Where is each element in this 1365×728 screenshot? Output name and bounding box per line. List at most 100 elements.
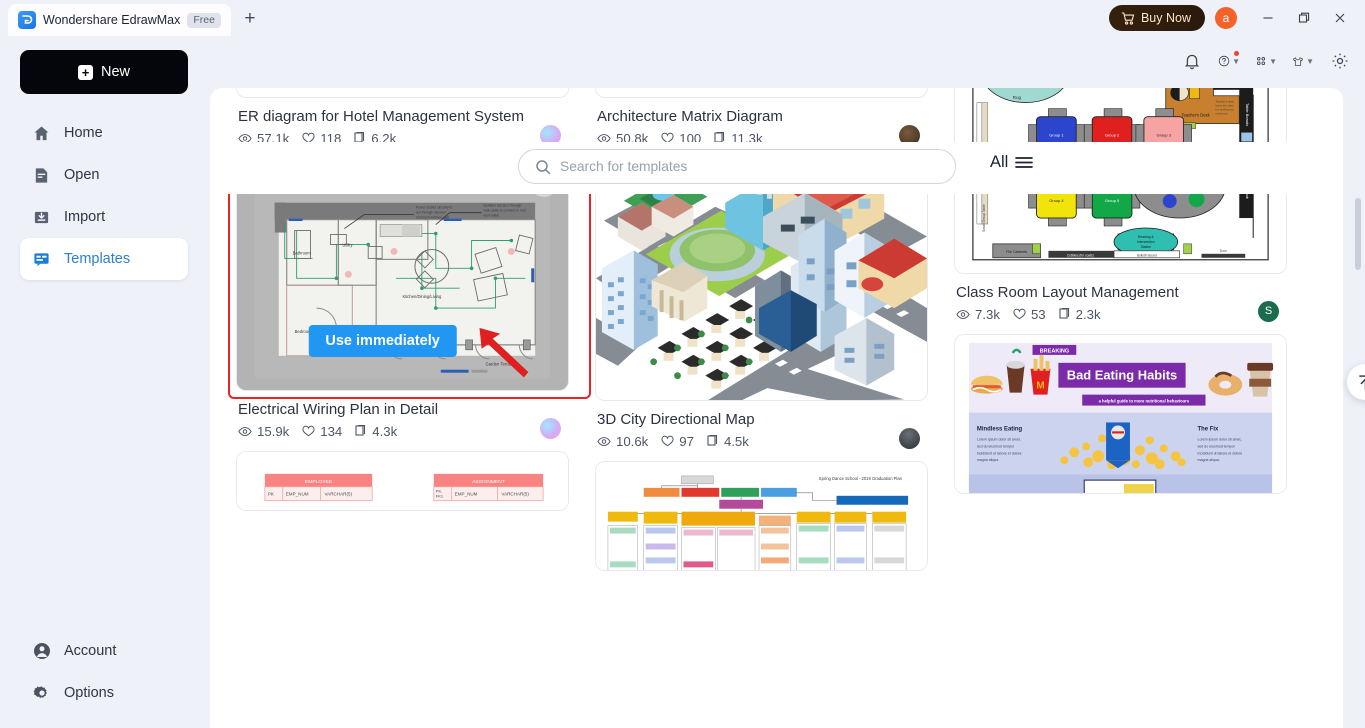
close-button[interactable] (1323, 4, 1357, 32)
templates-icon (32, 250, 51, 269)
copies-stat: 2.3k (1059, 307, 1101, 322)
svg-text:run through discreet: run through discreet (416, 211, 446, 215)
svg-text:Door: Door (1220, 249, 1227, 253)
app-tab[interactable]: Wondershare EdrawMax Free (8, 4, 231, 36)
chevron-down-icon: ▼ (1232, 56, 1240, 66)
template-card-electrical-wiring[interactable]: Power socket circuitry to run through di… (228, 149, 591, 439)
svg-text:magna aliqua.: magna aliqua. (977, 458, 999, 462)
svg-text:Group 4: Group 4 (1049, 198, 1064, 203)
template-thumbnail-er-diagram[interactable]: Booking (236, 88, 569, 98)
svg-text:EMP_NUM: EMP_NUM (455, 492, 478, 497)
likes-count: 97 (679, 433, 694, 449)
city-3d-map-art (596, 158, 927, 400)
cart-icon (1121, 11, 1135, 25)
new-tab-button[interactable]: + (235, 4, 265, 34)
vertical-scrollbar[interactable] (1355, 198, 1361, 270)
sidebar-item-templates[interactable]: Templates (20, 238, 188, 280)
sidebar-item-label-options: Options (64, 685, 114, 701)
templates-content-area: Booking ER diagram for Hotel Management … (210, 88, 1343, 728)
use-immediately-button[interactable]: Use immediately (308, 325, 457, 358)
search-box[interactable] (518, 149, 956, 184)
template-thumbnail-bad-eating-habits[interactable]: BREAKING Bad Eating Habits a helpful gui… (954, 333, 1287, 494)
author-avatar[interactable] (899, 427, 920, 449)
er-tables-art: EMPLOYEE PK EMP_NUM VARCHAR(5) ASSIGNMEN… (237, 451, 568, 510)
sidebar-item-label-import: Import (64, 209, 106, 225)
heart-outline-icon (661, 435, 674, 447)
theme-shirt-icon[interactable]: ▼ (1292, 50, 1314, 72)
views-stat: 10.6k (597, 434, 648, 449)
copy-icon (355, 425, 367, 437)
app-tab-title: Wondershare EdrawMax (43, 13, 181, 27)
author-avatar[interactable] (540, 417, 561, 439)
template-card-city-map[interactable]: 3D City Directional Map 10.6k 97 4.5k (595, 157, 928, 449)
chevron-down-icon: ▼ (1269, 56, 1277, 66)
folder-open-icon (32, 166, 51, 185)
template-thumbnail-city-map[interactable] (595, 157, 928, 401)
template-card-architecture-matrix[interactable]: Mechanical Lounge Patio Parking Service … (595, 88, 928, 146)
plus-icon: + (77, 64, 93, 80)
svg-text:Reading &: Reading & (1138, 235, 1154, 239)
svg-text:Group 3: Group 3 (1157, 132, 1172, 137)
sidebar-item-options[interactable]: Options (20, 672, 188, 714)
buy-now-label: Buy Now (1140, 11, 1191, 25)
svg-text:sed do eiusmod tempor: sed do eiusmod tempor (1198, 444, 1236, 448)
er-diagram-art: Booking (237, 88, 568, 97)
svg-text:Bulletin Board: Bulletin Board (1137, 253, 1157, 257)
apps-grid-icon[interactable]: ▼ (1255, 50, 1277, 72)
user-avatar[interactable]: a (1215, 7, 1237, 29)
eye-icon (238, 426, 252, 437)
copies-stat: 4.3k (355, 424, 397, 439)
svg-text:Power socket circuitry to: Power socket circuitry to (416, 206, 453, 210)
hamburger-icon (1015, 155, 1034, 170)
sidebar-item-account[interactable]: Account (20, 630, 188, 672)
sidebar-item-label-open: Open (64, 167, 100, 183)
svg-text:incididunt ut labore et dolore: incididunt ut labore et dolore (1198, 451, 1243, 455)
category-filter-all[interactable]: All (990, 153, 1034, 172)
help-icon[interactable]: ▼ (1218, 50, 1240, 72)
architecture-matrix-art: Mechanical Lounge Patio Parking Service … (596, 88, 927, 97)
svg-text:a helpful guide to more nutrit: a helpful guide to more nutritional beha… (1099, 398, 1190, 403)
new-document-button[interactable]: + New (20, 50, 188, 94)
copy-icon (707, 435, 719, 447)
search-bar-row: All (210, 142, 1343, 194)
template-stats: 10.6k 97 4.5k (597, 427, 926, 449)
sidebar-item-import[interactable]: Import (20, 196, 188, 238)
template-thumbnail-org-flowchart[interactable]: Spring Dance School - 2019 Graduation Pl… (595, 460, 928, 571)
template-card-er-tables[interactable]: EMPLOYEE PK EMP_NUM VARCHAR(5) ASSIGNMEN… (236, 450, 569, 511)
minimize-button[interactable] (1251, 4, 1285, 32)
template-card-bad-eating-habits[interactable]: BREAKING Bad Eating Habits a helpful gui… (954, 333, 1287, 494)
views-count: 10.6k (616, 433, 649, 449)
svg-text:Kitchen/Dining/Living: Kitchen/Dining/Living (402, 294, 442, 299)
chevron-down-icon: ▼ (1306, 56, 1314, 66)
template-thumbnail-er-tables[interactable]: EMPLOYEE PK EMP_NUM VARCHAR(5) ASSIGNMEN… (236, 450, 569, 511)
views-stat: 7.3k (956, 307, 1000, 322)
svg-text:Bathroom: Bathroom (293, 250, 312, 255)
sidebar-item-open[interactable]: Open (20, 154, 188, 196)
top-toolbar: ▼ ▼ ▼ (1181, 50, 1351, 72)
maximize-button[interactable] (1287, 4, 1321, 32)
template-card-org-flowchart[interactable]: Spring Dance School - 2019 Graduation Pl… (595, 460, 928, 571)
template-card-classroom[interactable]: Classroom Library Windows Table Boards R… (954, 88, 1287, 322)
template-card-er-diagram[interactable]: Booking ER diagram for Hotel Management … (236, 88, 569, 146)
sidebar-item-home[interactable]: Home (20, 112, 188, 154)
buy-now-button[interactable]: Buy Now (1108, 5, 1205, 31)
svg-text:Garden Terrace: Garden Terrace (485, 362, 514, 367)
bell-icon[interactable] (1181, 50, 1203, 72)
svg-text:Group 1: Group 1 (1049, 132, 1064, 137)
edrawmax-logo-icon (18, 11, 36, 29)
search-input[interactable] (560, 159, 939, 174)
copy-icon (1059, 308, 1071, 320)
template-thumbnail-architecture-matrix[interactable]: Mechanical Lounge Patio Parking Service … (595, 88, 928, 98)
title-bar: Wondershare EdrawMax Free + Buy Now a (0, 0, 1365, 36)
svg-text:EMPLOYEE: EMPLOYEE (305, 479, 333, 485)
sidebar-item-label-account: Account (64, 643, 117, 659)
back-to-top-button[interactable] (1347, 364, 1365, 400)
svg-text:Small Group Table: Small Group Table (982, 204, 986, 232)
template-title: Architecture Matrix Diagram (597, 108, 783, 125)
svg-text:instruction: instruction (1215, 112, 1228, 116)
gear-icon[interactable] (1329, 50, 1351, 72)
sidebar-item-label-templates: Templates (64, 251, 131, 267)
template-title: Electrical Wiring Plan in Detail (238, 400, 439, 418)
svg-text:ASSIGNMENT: ASSIGNMENT (472, 479, 505, 485)
author-avatar[interactable]: S (1258, 300, 1279, 322)
